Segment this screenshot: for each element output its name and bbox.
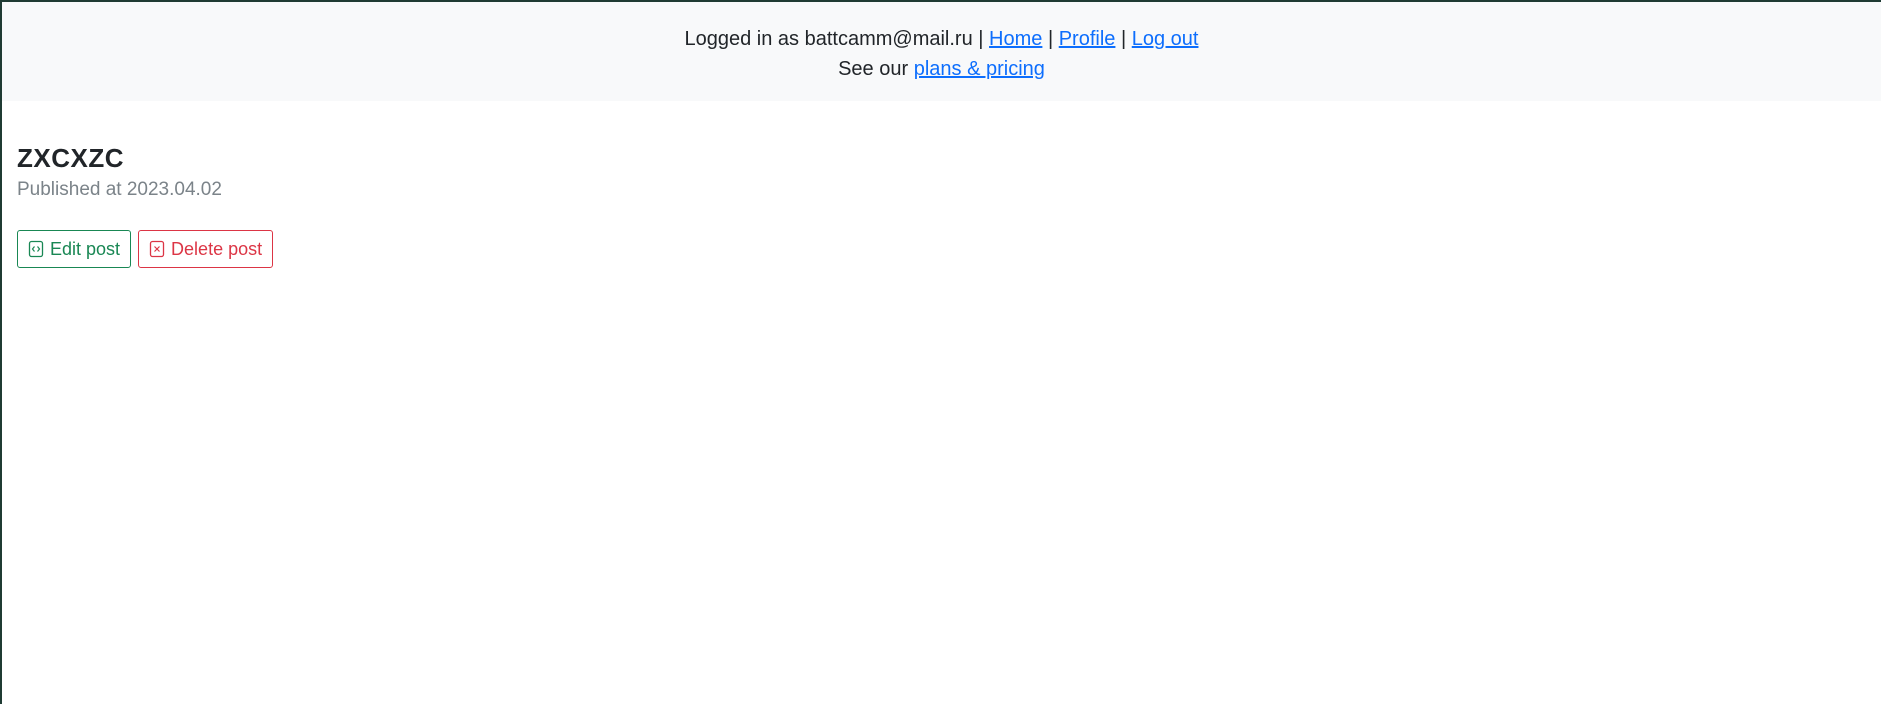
post-content: ZXCXZC Published at 2023.04.02 Edit post — [2, 141, 1881, 268]
plans-pricing-link[interactable]: plans & pricing — [914, 58, 1045, 80]
logout-link[interactable]: Log out — [1132, 28, 1199, 50]
profile-link[interactable]: Profile — [1059, 28, 1116, 50]
post-actions: Edit post Delete post — [17, 230, 1881, 268]
separator: | — [1120, 28, 1127, 50]
edit-post-button[interactable]: Edit post — [17, 230, 132, 268]
top-header: Logged in as battcamm@mail.ru | Home | P… — [2, 2, 1881, 101]
plans-prefix: See our — [838, 58, 909, 80]
delete-post-label: Delete post — [171, 238, 263, 259]
file-x-icon — [149, 240, 165, 258]
logged-in-text: Logged in as battcamm@mail.ru | — [684, 28, 984, 50]
page: Logged in as battcamm@mail.ru | Home | P… — [0, 0, 1881, 704]
post-title: ZXCXZC — [17, 143, 124, 173]
home-link[interactable]: Home — [989, 28, 1042, 50]
login-line: Logged in as battcamm@mail.ru | Home | P… — [2, 24, 1881, 54]
separator: | — [1047, 28, 1054, 50]
delete-post-button[interactable]: Delete post — [138, 230, 274, 268]
edit-post-label: Edit post — [50, 238, 121, 259]
published-date: Published at 2023.04.02 — [17, 179, 222, 200]
plans-line: See our plans & pricing — [2, 54, 1881, 84]
file-code-icon — [28, 240, 44, 258]
